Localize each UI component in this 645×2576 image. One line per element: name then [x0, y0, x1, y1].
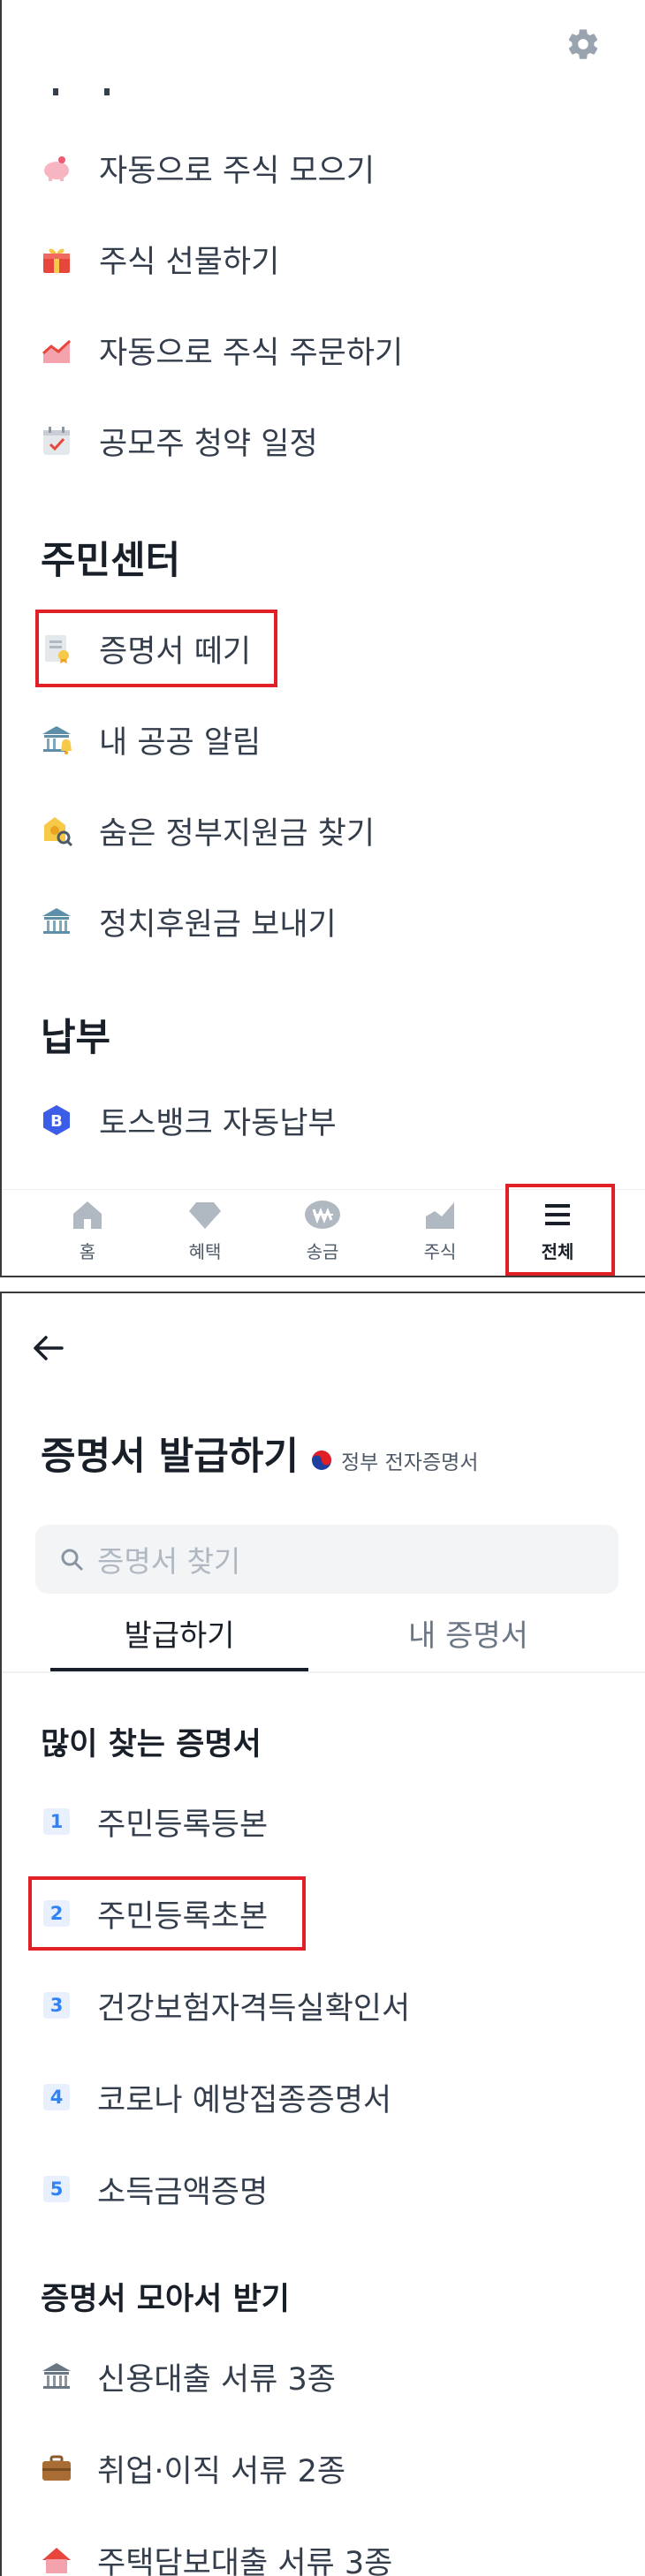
settings-gear-icon[interactable]	[565, 27, 601, 62]
menu-item-certificate[interactable]: 증명서 떼기	[41, 622, 251, 675]
tab-my-certificates[interactable]: 내 증명서	[339, 1610, 597, 1663]
page-title: 증명서 발급하기	[41, 1426, 299, 1481]
certificate-issue-screen: 증명서 발급하기 정부 전자증명서 증명서 찾기 발급하기 내 증명서 많이 찾…	[0, 1292, 645, 2576]
rank-badge: 2	[43, 1900, 70, 1927]
search-icon	[58, 1546, 85, 1572]
menu-item-hidden-grants[interactable]: 숨은 정부지원금 찾기	[41, 804, 375, 857]
tab-benefits[interactable]: 혜택	[156, 1197, 254, 1271]
home-icon	[70, 1197, 105, 1232]
menu-item-auto-order[interactable]: 자동으로 주식 주문하기	[41, 323, 403, 376]
gov-badge-label: 정부 전자증명서	[341, 1445, 478, 1475]
bell-building-icon	[41, 724, 72, 755]
menu-item-label: 증명서 떼기	[99, 626, 251, 671]
piggy-bank-icon	[41, 152, 72, 184]
briefcase-icon	[41, 2452, 72, 2484]
tab-label: 혜택	[189, 1238, 222, 1263]
rank-badge: 5	[43, 2176, 70, 2202]
rank-badge: 4	[43, 2084, 70, 2110]
highlight-box	[505, 1184, 615, 1276]
section-title-bundle: 증명서 모아서 받기	[41, 2274, 290, 2319]
menu-item-tossbank-autopay[interactable]: B 토스뱅크 자동납부	[41, 1094, 337, 1147]
menu-item-ipo-schedule[interactable]: 공모주 청약 일정	[41, 414, 318, 467]
list-item-bundle-job[interactable]: 취업·이직 서류 2종	[41, 2442, 345, 2495]
menu-item-label: 자동으로 주식 주문하기	[99, 328, 403, 373]
list-item-label: 건강보험자격득실확인서	[97, 1983, 410, 2028]
stock-icon	[422, 1197, 458, 1232]
gift-icon	[41, 243, 72, 275]
list-item-cert-2[interactable]: 2 주민등록초본	[41, 1887, 268, 1940]
calendar-check-icon	[41, 425, 72, 457]
bank-building-icon	[41, 2360, 72, 2392]
menu-item-label: 내 공공 알림	[99, 717, 261, 762]
certificate-icon	[41, 633, 72, 664]
list-item-bundle-credit-loan[interactable]: 신용대출 서류 3종	[41, 2350, 336, 2403]
list-item-label: 코로나 예방접종증명서	[97, 2075, 391, 2120]
tab-label: 홈	[80, 1238, 95, 1263]
tab-home[interactable]: 홈	[39, 1197, 136, 1271]
cutoff-text-fragment	[104, 88, 110, 95]
section-title-resident: 주민센터	[41, 530, 180, 585]
menu-item-political-donation[interactable]: 정치후원금 보내기	[41, 895, 337, 948]
rank-badge: 1	[43, 1808, 70, 1835]
government-building-icon	[41, 905, 72, 937]
menu-item-public-alert[interactable]: 내 공공 알림	[41, 713, 261, 766]
diamond-icon	[187, 1197, 223, 1232]
list-item-label: 신용대출 서류 3종	[97, 2354, 336, 2399]
all-menu-screen: 자동으로 주식 모으기 주식 선물하기 자동으로 주식 주문하기 공모주 청약 …	[0, 0, 645, 1277]
list-item-bundle-mortgage[interactable]: 주택담보대출 서류 3종	[41, 2534, 392, 2576]
menu-item-label: 주식 선물하기	[99, 237, 279, 282]
tab-issue[interactable]: 발급하기	[50, 1610, 308, 1663]
menu-item-label: 자동으로 주식 모으기	[99, 146, 375, 191]
search-money-icon	[41, 814, 72, 846]
rank-badge: 3	[43, 1992, 70, 2019]
taegeuk-icon	[311, 1450, 332, 1471]
tab-transfer[interactable]: 송금	[274, 1197, 371, 1271]
menu-item-gift-stock[interactable]: 주식 선물하기	[41, 232, 279, 285]
search-placeholder: 증명서 찾기	[97, 1538, 240, 1580]
section-title-popular: 많이 찾는 증명서	[41, 1719, 262, 1764]
section-title-payment: 납부	[41, 1007, 110, 1062]
transfer-icon	[303, 1197, 342, 1232]
menu-item-label: 정치후원금 보내기	[99, 899, 337, 944]
back-arrow-icon[interactable]	[28, 1329, 67, 1368]
search-input[interactable]: 증명서 찾기	[35, 1525, 618, 1594]
tab-divider	[2, 1671, 645, 1673]
tab-stocks[interactable]: 주식	[391, 1197, 489, 1271]
list-item-cert-4[interactable]: 4 코로나 예방접종증명서	[41, 2071, 391, 2124]
list-item-cert-1[interactable]: 1 주민등록등본	[41, 1795, 268, 1848]
menu-item-label: 토스뱅크 자동납부	[99, 1098, 337, 1143]
trend-chart-icon	[41, 334, 72, 366]
bank-logo-icon: B	[41, 1104, 72, 1136]
list-item-label: 주민등록초본	[97, 1891, 268, 1936]
list-item-label: 소득금액증명	[97, 2167, 268, 2212]
gov-badge: 정부 전자증명서	[311, 1445, 478, 1475]
list-item-cert-5[interactable]: 5 소득금액증명	[41, 2163, 268, 2216]
cutoff-text-fragment	[53, 88, 58, 95]
list-item-label: 취업·이직 서류 2종	[97, 2446, 345, 2491]
tab-label: 주식	[424, 1238, 457, 1263]
list-item-label: 주민등록등본	[97, 1799, 268, 1845]
menu-item-auto-invest[interactable]: 자동으로 주식 모으기	[41, 141, 375, 194]
menu-item-label: 숨은 정부지원금 찾기	[99, 808, 375, 853]
list-item-cert-3[interactable]: 3 건강보험자격득실확인서	[41, 1979, 410, 2032]
menu-item-label: 공모주 청약 일정	[99, 419, 318, 464]
list-item-label: 주택담보대출 서류 3종	[97, 2538, 392, 2576]
house-icon	[41, 2544, 72, 2576]
tab-label: 송금	[307, 1238, 339, 1263]
bank-logo-letter: B	[50, 1112, 63, 1131]
